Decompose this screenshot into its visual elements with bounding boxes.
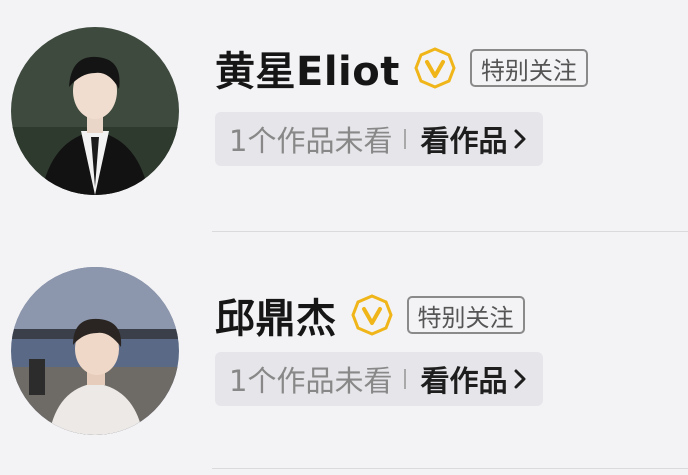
special-follow-tag: 特别关注 <box>469 49 588 87</box>
unread-works-text: 1个作品未看 <box>229 364 393 398</box>
view-works-pill[interactable]: 1个作品未看 看作品 <box>215 112 544 166</box>
name-line: 邱鼎杰 特别关注 <box>215 285 525 345</box>
verified-v-icon <box>414 47 456 89</box>
view-works-pill[interactable]: 1个作品未看 看作品 <box>215 352 544 406</box>
user-row[interactable]: 黄星Eliot 特别关注 1个作品未看 看作品 <box>0 0 688 237</box>
divider <box>404 369 407 389</box>
divider-line <box>212 468 688 469</box>
avatar[interactable] <box>11 27 179 195</box>
user-row[interactable]: 邱鼎杰 特别关注 1个作品未看 看作品 <box>0 237 688 474</box>
special-follow-tag: 特别关注 <box>406 296 525 334</box>
divider-line <box>212 231 688 232</box>
divider <box>404 129 407 149</box>
user-name[interactable]: 黄星Eliot <box>215 39 400 97</box>
view-works-label: 看作品 <box>420 364 508 398</box>
name-line: 黄星Eliot 特别关注 <box>215 38 588 98</box>
view-works-label: 看作品 <box>420 124 508 158</box>
avatar-image <box>11 27 179 195</box>
verified-v-icon <box>350 294 393 336</box>
unread-works-text: 1个作品未看 <box>229 124 393 158</box>
view-works-button[interactable]: 看作品 <box>420 118 527 160</box>
chevron-right-icon <box>514 369 526 389</box>
user-name[interactable]: 邱鼎杰 <box>215 286 337 344</box>
avatar-image <box>11 267 179 435</box>
view-works-button[interactable]: 看作品 <box>420 358 527 400</box>
chevron-right-icon <box>514 129 526 149</box>
avatar[interactable] <box>11 267 179 435</box>
